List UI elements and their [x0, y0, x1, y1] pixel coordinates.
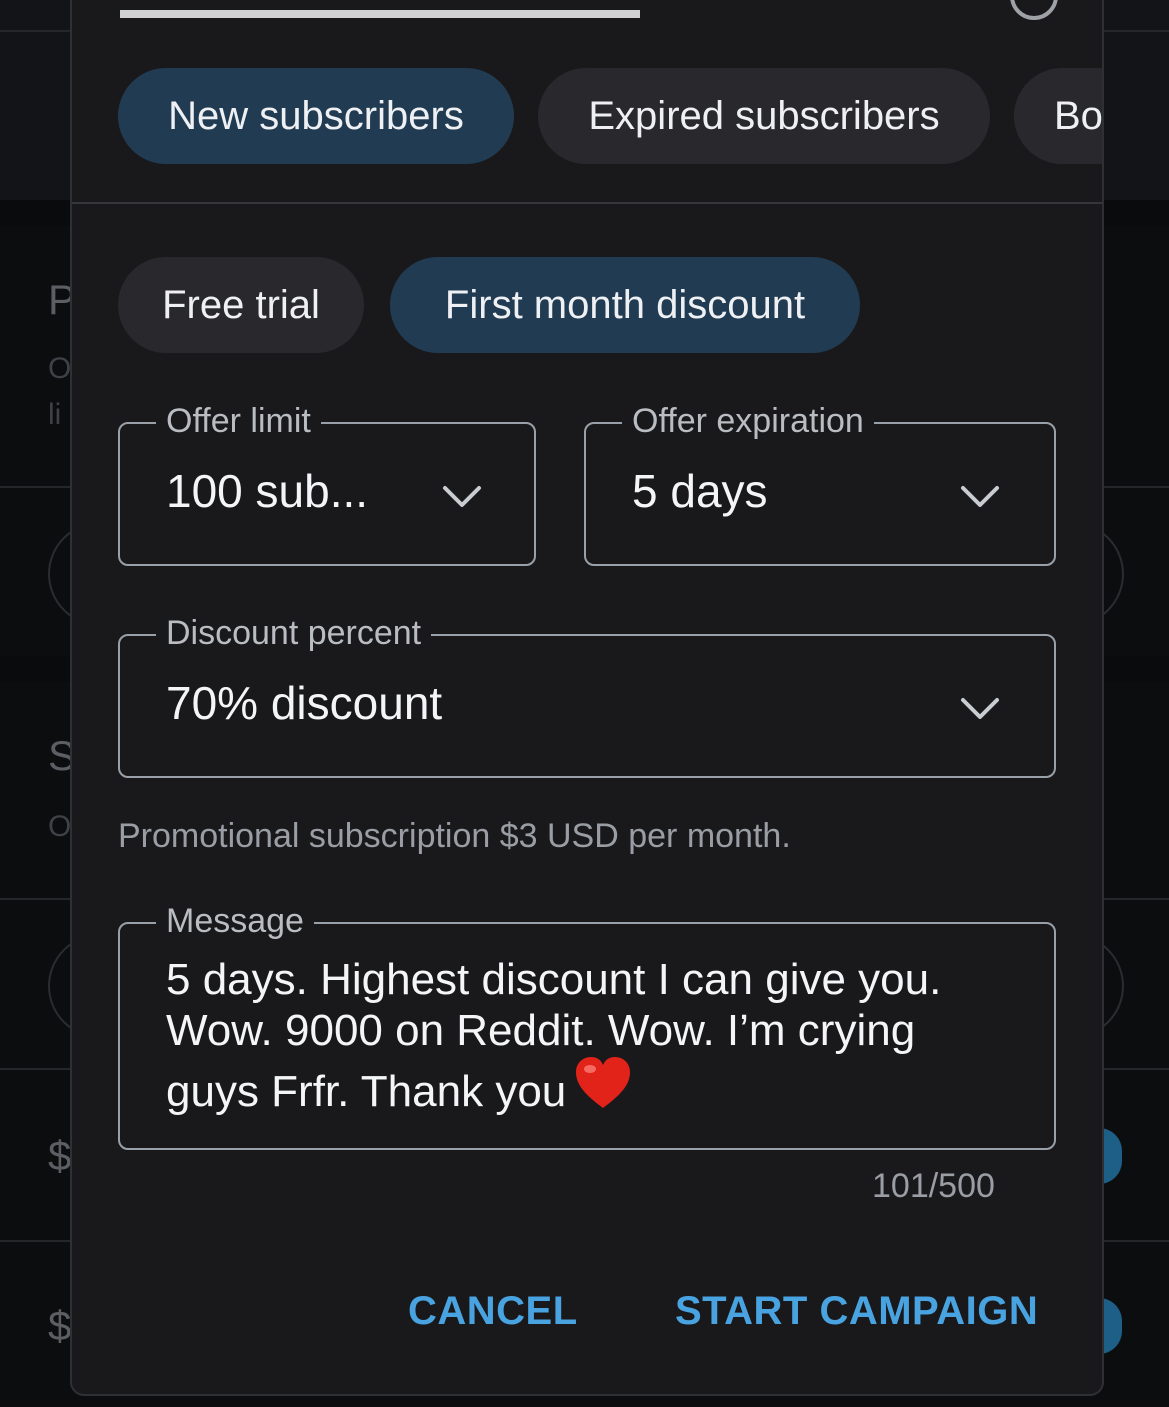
message-line-with-emoji: guys Frfr. Thank you [166, 1056, 1016, 1117]
background-text-letter: O [48, 810, 72, 843]
tab-free-trial[interactable]: Free trial [118, 257, 364, 353]
promotional-price-helper: Promotional subscription $3 USD per mont… [118, 817, 791, 855]
offer-expiration-select[interactable]: Offer expiration 5 days [584, 402, 1056, 566]
tab-label: First month discount [444, 282, 806, 327]
tab-label: Free trial [162, 282, 320, 327]
dialog-title-partial [120, 0, 640, 18]
chevron-down-icon [961, 698, 999, 719]
offer-limit-value: 100 sub... [166, 465, 369, 517]
tab-expired-subscribers[interactable]: Expired subscribers [538, 68, 990, 164]
background-text-letter: li [48, 398, 62, 431]
message-label: Message [156, 902, 314, 941]
start-campaign-button[interactable]: START CAMPAIGN [675, 1289, 1038, 1334]
offer-limit-select[interactable]: Offer limit 100 sub... [118, 402, 536, 566]
discount-percent-value: 70% discount [166, 677, 443, 729]
red-heart-icon [576, 1057, 631, 1108]
background-text-letter: O [48, 352, 72, 385]
message-line: 5 days. Highest discount I can give you. [166, 955, 942, 1004]
discount-percent-select[interactable]: Discount percent 70% discount [118, 614, 1056, 778]
tab-bo-partial[interactable]: Bo [1014, 68, 1103, 164]
message-textarea[interactable]: Message 5 days. Highest discount I can g… [118, 902, 1056, 1150]
section-divider [72, 202, 1102, 204]
tab-new-subscribers[interactable]: New subscribers [118, 68, 514, 164]
message-character-counter: 101/500 [872, 1167, 995, 1205]
tab-label: New subscribers [168, 93, 464, 138]
background-price-letter: $ [48, 1132, 72, 1179]
cancel-button[interactable]: CANCEL [408, 1289, 578, 1334]
message-line: guys Frfr. Thank you [166, 1067, 567, 1116]
tab-label: Expired subscribers [588, 93, 940, 138]
offer-expiration-value: 5 days [632, 465, 768, 517]
chevron-down-icon [961, 486, 999, 507]
discount-percent-label: Discount percent [156, 614, 432, 653]
tab-first-month-discount[interactable]: First month discount [390, 257, 860, 353]
tab-label: Bo [1054, 93, 1103, 138]
message-text: 5 days. Highest discount I can give you.… [166, 954, 1016, 1117]
message-line: Wow. 9000 on Reddit. Wow. I’m crying [166, 1006, 916, 1055]
offer-expiration-label: Offer expiration [622, 402, 874, 441]
close-circle-icon[interactable] [1010, 0, 1058, 20]
chevron-down-icon [443, 486, 481, 507]
promotion-campaign-dialog: New subscribers Expired subscribers Bo F… [70, 0, 1104, 1396]
offer-limit-label: Offer limit [156, 402, 321, 441]
background-price-letter: $ [48, 1302, 72, 1349]
